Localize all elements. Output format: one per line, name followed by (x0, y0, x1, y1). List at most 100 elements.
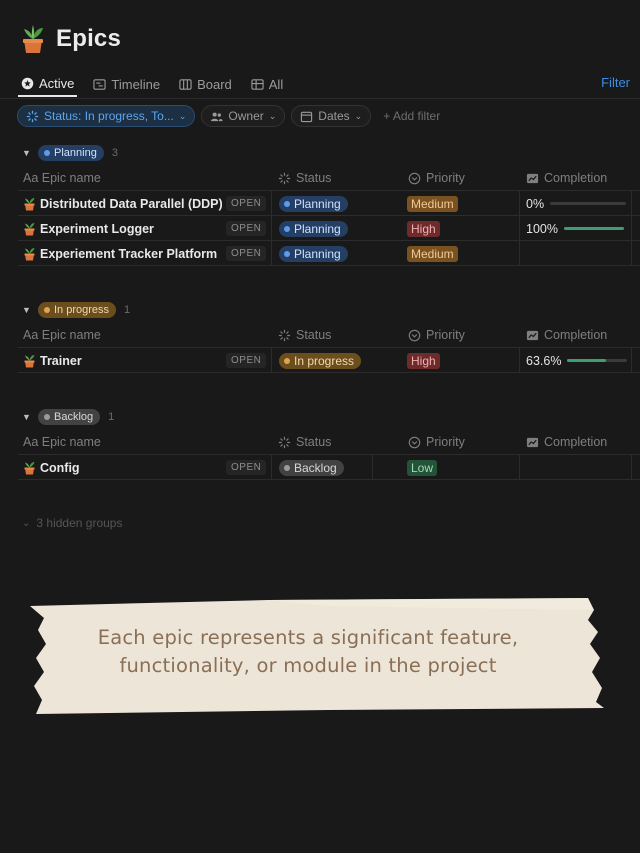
col-priority-label: Priority (426, 435, 465, 449)
dates-filter-chip[interactable]: Dates ⌄ (291, 105, 372, 127)
tab-timeline[interactable]: Timeline (90, 71, 163, 97)
tab-all[interactable]: All (248, 71, 286, 97)
col-priority-label: Priority (426, 171, 465, 185)
column-divider (519, 190, 520, 266)
tab-label: Timeline (111, 76, 161, 92)
epic-name-cell[interactable]: Trainer (23, 348, 82, 373)
open-button[interactable]: OPEN (226, 460, 267, 475)
col-completion-label: Completion (544, 171, 608, 185)
col-completion[interactable]: Completion (526, 171, 607, 185)
col-status[interactable]: Status (278, 171, 331, 185)
potted-plant-icon (24, 198, 35, 211)
chart-icon (526, 173, 539, 183)
status-dot-icon (284, 225, 290, 232)
col-completion[interactable]: Completion (526, 328, 607, 342)
open-button[interactable]: OPEN (226, 353, 267, 368)
completion-value: 0% (526, 196, 545, 211)
table-row[interactable]: Experiment Logger OPEN Planning High 100… (0, 216, 640, 241)
epic-name: Distributed Data Parallel (DDP) (40, 196, 223, 211)
status-badge[interactable]: Planning (279, 245, 348, 262)
group-count: 1 (108, 411, 115, 423)
potted-plant-icon (23, 25, 43, 53)
tab-active[interactable]: Active (18, 71, 78, 97)
owner-filter-label: Owner (228, 109, 264, 123)
hidden-groups-toggle[interactable]: ⌄ 3 hidden groups (22, 516, 122, 530)
priority-badge[interactable]: Medium (407, 245, 458, 262)
group-count: 3 (111, 147, 118, 159)
table-row[interactable]: Trainer OPEN In progress High 63.6% (0, 348, 640, 373)
status-dot-icon (44, 150, 50, 156)
open-button[interactable]: OPEN (226, 196, 267, 211)
epic-name-cell[interactable]: Config (23, 455, 80, 480)
status-dot-icon (284, 357, 290, 364)
table-row[interactable]: Experiement Tracker Platform OPEN Planni… (0, 241, 640, 266)
priority-badge[interactable]: High (407, 352, 440, 369)
group-header-in-progress[interactable]: ▼ In progress 1 (22, 302, 130, 318)
tabs-divider (0, 98, 640, 99)
column-divider (631, 347, 632, 373)
add-filter-button[interactable]: + Add filter (377, 109, 440, 123)
table-row[interactable]: Distributed Data Parallel (DDP) OPEN Pla… (0, 191, 640, 216)
potted-plant-icon (24, 355, 35, 368)
col-status[interactable]: Status (278, 328, 331, 342)
timeline-icon (93, 78, 107, 90)
col-priority[interactable]: Priority (408, 328, 465, 342)
epic-name-cell[interactable]: Experiment Logger (23, 216, 154, 241)
calendar-icon (301, 111, 313, 122)
status-filter-chip[interactable]: Status: In progress, To... ⌄ (17, 105, 196, 127)
status-label: Planning (294, 221, 341, 236)
status-dot-icon (284, 250, 290, 257)
epic-name: Trainer (40, 353, 82, 368)
col-priority[interactable]: Priority (408, 171, 465, 185)
page-header: Epics (20, 24, 121, 54)
col-completion[interactable]: Completion (526, 435, 607, 449)
col-status[interactable]: Status (278, 435, 331, 449)
tab-board[interactable]: Board (176, 71, 235, 97)
priority-badge[interactable]: Medium (407, 195, 458, 212)
open-button[interactable]: OPEN (226, 221, 267, 236)
table-row[interactable]: Config OPEN Backlog Low (0, 455, 640, 480)
chevron-down-icon: ⌄ (178, 110, 187, 121)
star-circle-icon (21, 77, 34, 89)
col-epic-name[interactable]: Aa Epic name (23, 435, 101, 449)
status-badge[interactable]: Planning (279, 195, 348, 212)
group-label: Planning (54, 147, 97, 159)
completion-cell[interactable]: 63.6% (526, 348, 628, 373)
page-title: Epics (56, 25, 122, 52)
col-priority[interactable]: Priority (408, 435, 465, 449)
col-status-label: Status (296, 171, 332, 185)
caption-line-1: Each epic represents a significant featu… (97, 626, 519, 649)
column-divider (519, 347, 520, 373)
status-badge[interactable]: In progress (279, 352, 362, 369)
completion-cell[interactable]: 0% (526, 191, 627, 216)
table-header: Aa Epic name Status Priority Completion (0, 323, 640, 347)
column-divider (631, 190, 632, 266)
tab-label: Active (39, 75, 75, 91)
col-epic-name[interactable]: Aa Epic name (23, 171, 101, 185)
filter-bar: Status: In progress, To... ⌄ Owner ⌄ Dat… (17, 105, 440, 127)
group-header-planning[interactable]: ▼ Planning 3 (22, 145, 118, 161)
status-dot-icon (44, 307, 50, 313)
chart-icon (526, 330, 539, 340)
epic-name: Experiement Tracker Platform (40, 246, 218, 261)
priority-badge[interactable]: Low (407, 459, 438, 476)
progress-fill (563, 227, 624, 230)
group-header-backlog[interactable]: ▼ Backlog 1 (22, 409, 114, 425)
chevron-down-icon: ⌄ (22, 517, 31, 529)
status-badge[interactable]: Planning (279, 220, 348, 237)
open-button[interactable]: OPEN (226, 246, 267, 261)
status-badge[interactable]: Backlog (279, 459, 344, 476)
select-circle-icon (408, 172, 421, 184)
chart-icon (526, 437, 539, 447)
epic-name-cell[interactable]: Distributed Data Parallel (DDP) (23, 191, 223, 216)
col-epic-name[interactable]: Aa Epic name (23, 328, 101, 342)
group-pill: Planning (38, 145, 104, 161)
owner-filter-chip[interactable]: Owner ⌄ (201, 105, 286, 127)
column-divider (372, 454, 373, 480)
filter-button[interactable]: Filter (601, 75, 630, 90)
completion-cell[interactable]: 100% (526, 216, 624, 241)
priority-badge[interactable]: High (407, 220, 440, 237)
completion-value: 100% (526, 221, 558, 236)
select-circle-icon (408, 329, 421, 341)
epic-name-cell[interactable]: Experiement Tracker Platform (23, 241, 217, 266)
